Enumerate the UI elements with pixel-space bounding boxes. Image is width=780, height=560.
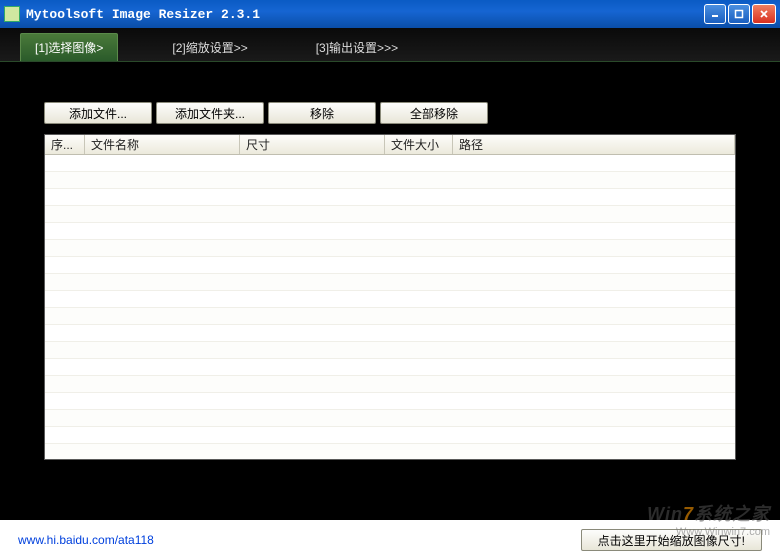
app-icon [4, 6, 20, 22]
step-tabs: [1]选择图像> [2]缩放设置>> [3]输出设置>>> [0, 28, 780, 62]
close-button[interactable] [752, 4, 776, 24]
table-row[interactable] [45, 308, 735, 325]
table-row[interactable] [45, 240, 735, 257]
table-row[interactable] [45, 172, 735, 189]
table-row[interactable] [45, 291, 735, 308]
col-filesize-label: 文件大小 [391, 136, 439, 153]
start-resize-button[interactable]: 点击这里开始缩放图像尺寸! [581, 529, 762, 551]
tab-resize-settings[interactable]: [2]缩放设置>> [158, 33, 261, 61]
table-row[interactable] [45, 274, 735, 291]
table-row[interactable] [45, 155, 735, 172]
table-row[interactable] [45, 223, 735, 240]
remove-button[interactable]: 移除 [268, 102, 376, 124]
col-path[interactable]: 路径 [453, 135, 735, 154]
table-row[interactable] [45, 427, 735, 444]
table-row[interactable] [45, 206, 735, 223]
window-controls [704, 4, 776, 24]
file-table: 序... 文件名称 尺寸 文件大小 路径 [44, 134, 736, 460]
footer: www.hi.baidu.com/ata118 点击这里开始缩放图像尺寸! [0, 520, 780, 560]
table-row[interactable] [45, 257, 735, 274]
file-toolbar: 添加文件... 添加文件夹... 移除 全部移除 [44, 102, 736, 124]
col-index-label: 序... [51, 136, 73, 153]
table-row[interactable] [45, 376, 735, 393]
col-filename-label: 文件名称 [91, 136, 139, 153]
table-row[interactable] [45, 410, 735, 427]
minimize-button[interactable] [704, 4, 726, 24]
add-folder-button[interactable]: 添加文件夹... [156, 102, 264, 124]
table-row[interactable] [45, 342, 735, 359]
col-size[interactable]: 尺寸 [240, 135, 385, 154]
col-filesize[interactable]: 文件大小 [385, 135, 453, 154]
website-link[interactable]: www.hi.baidu.com/ata118 [18, 533, 154, 547]
window-title: Mytoolsoft Image Resizer 2.3.1 [26, 7, 704, 22]
tab-output-settings[interactable]: [3]输出设置>>> [302, 33, 412, 61]
app-body: [1]选择图像> [2]缩放设置>> [3]输出设置>>> 添加文件... 添加… [0, 28, 780, 520]
table-row[interactable] [45, 359, 735, 376]
col-size-label: 尺寸 [246, 136, 270, 153]
table-row[interactable] [45, 393, 735, 410]
add-file-button[interactable]: 添加文件... [44, 102, 152, 124]
table-row[interactable] [45, 444, 735, 459]
maximize-button[interactable] [728, 4, 750, 24]
titlebar: Mytoolsoft Image Resizer 2.3.1 [0, 0, 780, 28]
table-row[interactable] [45, 325, 735, 342]
tab-select-image[interactable]: [1]选择图像> [20, 33, 118, 61]
col-index[interactable]: 序... [45, 135, 85, 154]
table-row[interactable] [45, 189, 735, 206]
col-filename[interactable]: 文件名称 [85, 135, 240, 154]
content-panel: 添加文件... 添加文件夹... 移除 全部移除 序... 文件名称 尺寸 文件… [0, 62, 780, 480]
col-path-label: 路径 [459, 136, 483, 153]
table-header: 序... 文件名称 尺寸 文件大小 路径 [45, 135, 735, 155]
table-body[interactable] [45, 155, 735, 459]
remove-all-button[interactable]: 全部移除 [380, 102, 488, 124]
